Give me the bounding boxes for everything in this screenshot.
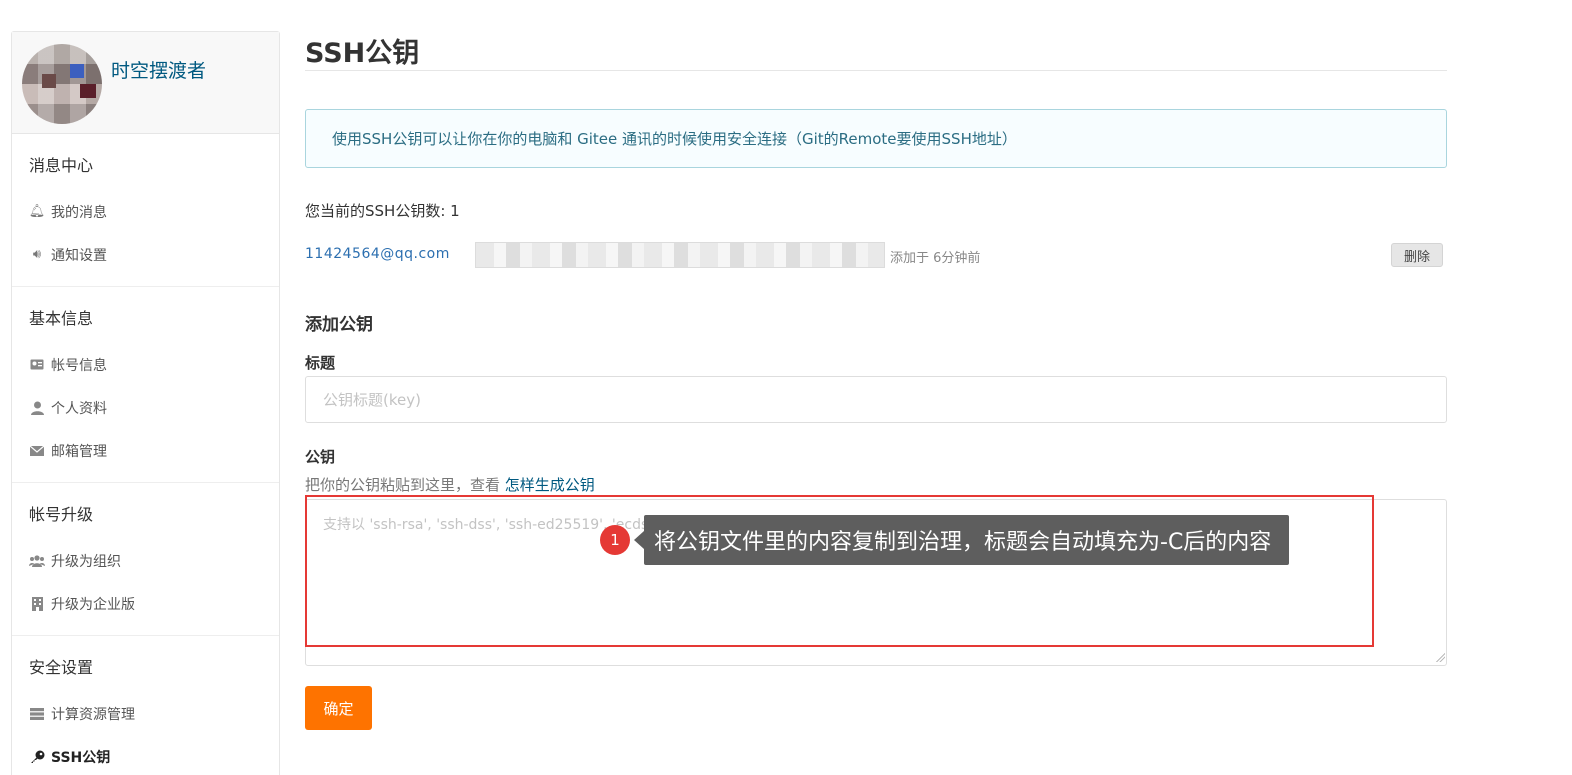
section-security: 安全设置 计算资源管理 SSH公钥: [12, 636, 279, 775]
server-icon: [29, 706, 45, 722]
user-icon: [29, 400, 45, 416]
key-icon: [29, 749, 45, 765]
section-title: 消息中心: [29, 156, 94, 175]
info-alert: 使用SSH公钥可以让你在你的电脑和 Gitee 通讯的时候使用安全连接（Git的…: [305, 109, 1447, 168]
annotation-tooltip: 将公钥文件里的内容复制到治理，标题会自动填充为-C后的内容: [633, 515, 1290, 565]
textarea-resize-handle[interactable]: [1435, 652, 1445, 662]
section-upgrade: 帐号升级 升级为组织 升级为企业版: [12, 483, 279, 636]
envelope-icon: [29, 443, 45, 459]
sidebar-item-upgrade-org[interactable]: 升级为组织: [29, 539, 279, 582]
section-basic-info: 基本信息 帐号信息 个人资料 邮箱管理: [12, 287, 279, 483]
id-card-icon: [29, 357, 45, 373]
delete-key-button[interactable]: 删除: [1391, 243, 1443, 267]
sidebar-item-label: 计算资源管理: [51, 706, 135, 723]
sidebar-item-upgrade-enterprise[interactable]: 升级为企业版: [29, 582, 279, 625]
sidebar-item-ssh-keys[interactable]: SSH公钥: [29, 735, 279, 775]
volume-icon: 🔊︎: [32, 247, 42, 262]
section-title: 帐号升级: [29, 505, 94, 524]
ssh-key-count: 您当前的SSH公钥数: 1: [305, 202, 460, 220]
key-title-input[interactable]: [305, 376, 1447, 423]
sidebar-item-my-messages[interactable]: 🔔︎ 我的消息: [29, 190, 279, 233]
sidebar-item-compute-resources[interactable]: 计算资源管理: [29, 692, 279, 735]
title-label: 标题: [305, 354, 336, 372]
sidebar-item-label: 我的消息: [51, 204, 107, 221]
annotation-step-number: 1: [600, 525, 630, 555]
section-title: 基本信息: [29, 309, 94, 328]
ssh-key-added-time: 添加于 6分钟前: [890, 251, 981, 266]
avatar[interactable]: [22, 44, 102, 124]
sidebar-item-profile[interactable]: 个人资料: [29, 386, 279, 429]
key-hint: 把你的公钥粘贴到这里，查看 怎样生成公钥: [305, 474, 595, 495]
sidebar-item-label: 升级为组织: [51, 553, 121, 570]
bell-icon: 🔔︎: [28, 204, 46, 219]
section-messages: 消息中心 🔔︎ 我的消息 🔊︎ 通知设置: [12, 134, 279, 287]
how-to-generate-key-link[interactable]: 怎样生成公钥: [505, 476, 595, 494]
username-link[interactable]: 时空摆渡者: [111, 56, 206, 83]
divider: [305, 70, 1447, 71]
sidebar-item-label: 邮箱管理: [51, 443, 107, 460]
page-title: SSH公钥: [305, 38, 420, 69]
sidebar-item-label: SSH公钥: [51, 749, 111, 766]
key-label: 公钥: [305, 448, 336, 466]
profile-header: 时空摆渡者: [12, 32, 279, 134]
add-key-heading: 添加公钥: [305, 315, 373, 335]
sidebar-item-label: 通知设置: [51, 247, 107, 264]
building-icon: [29, 596, 45, 612]
users-icon: [29, 553, 45, 569]
ssh-key-fingerprint: [475, 242, 885, 268]
confirm-button[interactable]: 确定: [305, 686, 372, 730]
section-title: 安全设置: [29, 658, 94, 677]
sidebar-item-label: 升级为企业版: [51, 596, 135, 613]
ssh-key-row: 11424564@qq.com 添加于 6分钟前 删除: [305, 240, 1447, 270]
sidebar-item-label: 帐号信息: [51, 357, 107, 374]
sidebar-item-label: 个人资料: [51, 400, 107, 417]
sidebar-item-email[interactable]: 邮箱管理: [29, 429, 279, 472]
sidebar-item-account-info[interactable]: 帐号信息: [29, 343, 279, 386]
sidebar-item-notification-settings[interactable]: 🔊︎ 通知设置: [29, 233, 279, 276]
key-hint-text: 把你的公钥粘贴到这里，查看: [305, 476, 505, 494]
annotation-callout: 1 将公钥文件里的内容复制到治理，标题会自动填充为-C后的内容: [600, 515, 1290, 565]
ssh-key-title[interactable]: 11424564@qq.com: [305, 246, 450, 262]
settings-sidebar: 时空摆渡者 消息中心 🔔︎ 我的消息 🔊︎ 通知设置 基本信息 帐号信息 个人资…: [11, 31, 280, 775]
